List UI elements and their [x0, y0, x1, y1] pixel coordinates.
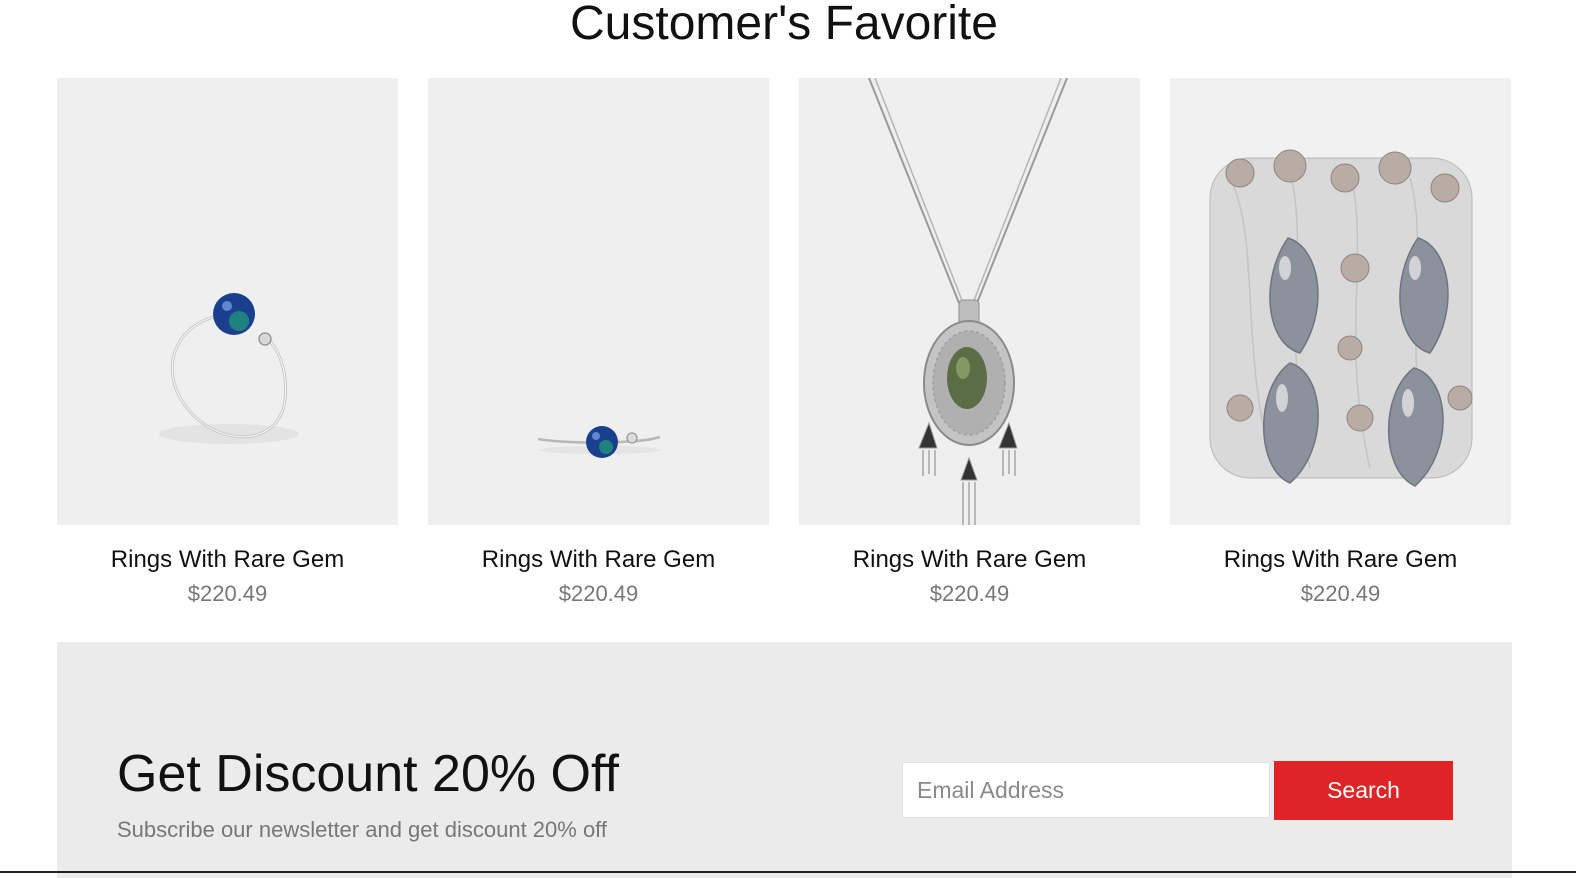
product-name[interactable]: Rings With Rare Gem: [853, 545, 1086, 575]
section-title: Customer's Favorite: [570, 0, 998, 50]
product-price: $220.49: [558, 581, 639, 606]
search-button[interactable]: Search: [1274, 761, 1453, 820]
email-input[interactable]: [902, 762, 1270, 818]
product-name[interactable]: Rings With Rare Gem: [1224, 545, 1457, 575]
pendant-necklace-image[interactable]: [799, 78, 1140, 525]
product-card[interactable]: Rings With Rare Gem $220.49: [1170, 78, 1511, 608]
bottom-divider: [0, 871, 1576, 873]
newsletter-subtext: Subscribe our newsletter and get discoun…: [117, 817, 608, 842]
newsletter-banner: Get Discount 20% Off Subscribe our newsl…: [57, 642, 1512, 878]
product-price: $220.49: [187, 581, 268, 606]
ring-small-image[interactable]: [428, 78, 769, 525]
product-card[interactable]: Rings With Rare Gem $220.49: [57, 78, 398, 608]
crystal-cuff-bracelet-image[interactable]: [1170, 78, 1511, 525]
product-grid: Rings With Rare Gem $220.49 Rings With R…: [57, 78, 1512, 608]
product-name[interactable]: Rings With Rare Gem: [482, 545, 715, 575]
product-card[interactable]: Rings With Rare Gem $220.49: [799, 78, 1140, 608]
product-card[interactable]: Rings With Rare Gem $220.49: [428, 78, 769, 608]
newsletter-heading: Get Discount 20% Off: [117, 745, 619, 803]
subscribe-form: Search: [902, 761, 1453, 820]
product-name[interactable]: Rings With Rare Gem: [111, 545, 344, 575]
product-price: $220.49: [929, 581, 1010, 606]
product-price: $220.49: [1300, 581, 1381, 606]
ring-bangle-image[interactable]: [57, 78, 398, 525]
